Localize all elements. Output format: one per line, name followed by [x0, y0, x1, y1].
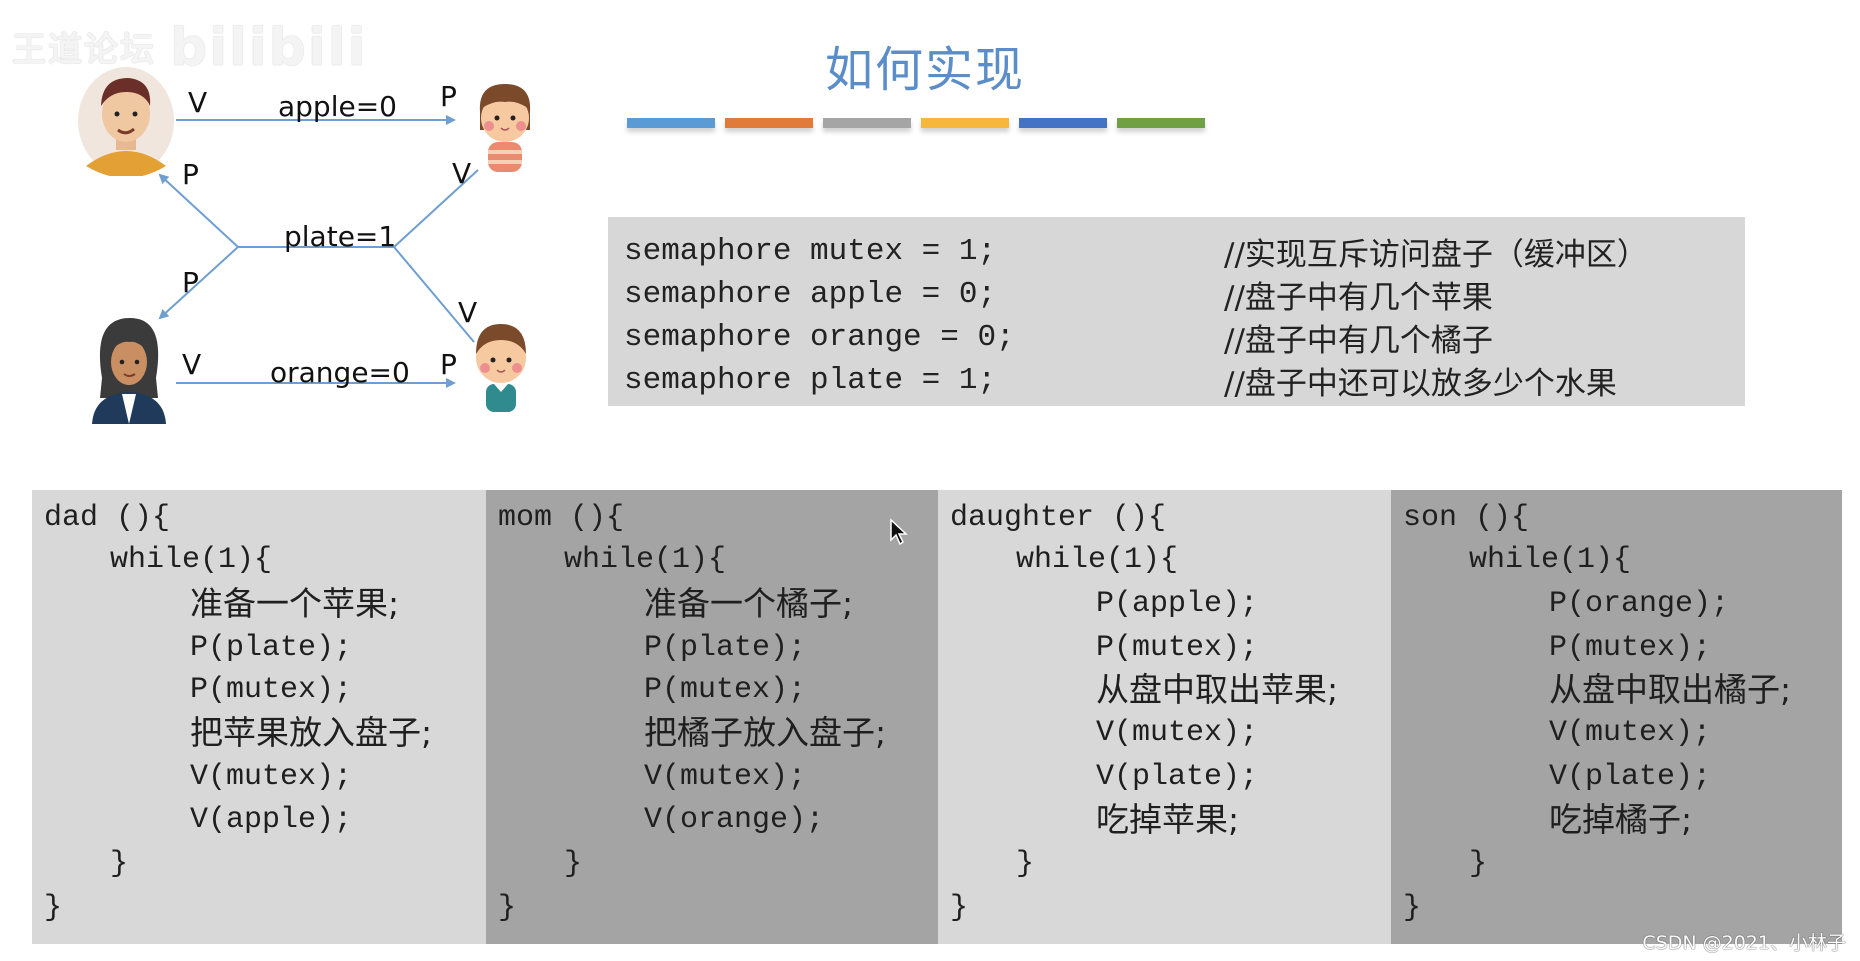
code-line: P(plate); — [644, 631, 807, 665]
dad-plate-p-label: P — [182, 158, 199, 191]
daughter-apple-p-label: P — [440, 80, 457, 113]
dad-apple-v-label: V — [188, 86, 208, 119]
code-line: P(mutex); — [1549, 631, 1712, 665]
code-line: while(1){ — [1469, 543, 1632, 577]
code-line: 准备一个苹果; — [190, 584, 400, 623]
daughter-plate-v-label: V — [452, 157, 472, 190]
decorative-color-bars — [627, 118, 1205, 128]
color-bar — [1117, 118, 1205, 128]
closing-brace: } — [110, 847, 129, 881]
code-line: P(mutex); — [644, 673, 807, 707]
boy-avatar-icon — [476, 324, 526, 412]
code-line: V(mutex); — [1096, 716, 1259, 750]
semaphore-code: semaphore apple = 0; — [624, 276, 997, 312]
code-line: V(apple); — [190, 803, 353, 837]
closing-brace: } — [1403, 891, 1422, 925]
function-header: mom (){ — [498, 501, 625, 535]
semaphore-comment: //盘子中还可以放多少个水果 — [1224, 365, 1617, 402]
mom-orange-v-label: V — [182, 348, 202, 381]
closing-brace: } — [950, 891, 969, 925]
code-line: 吃掉苹果; — [1096, 800, 1240, 839]
code-line: P(mutex); — [1096, 631, 1259, 665]
closing-brace: } — [1016, 847, 1035, 881]
semaphore-comment: //盘子中有几个苹果 — [1224, 279, 1493, 316]
code-line: V(mutex); — [644, 760, 807, 794]
semaphore-comment: //实现互斥访问盘子（缓冲区） — [1224, 236, 1648, 273]
function-header: dad (){ — [44, 501, 171, 535]
semaphore-row: semaphore orange = 0; //盘子中有几个橘子 — [624, 315, 1493, 359]
orange-semaphore-label: orange=0 — [270, 356, 410, 389]
closing-brace: } — [498, 891, 517, 925]
closing-brace: } — [564, 847, 583, 881]
code-line: 准备一个橘子; — [644, 584, 854, 623]
girl-avatar-icon — [479, 84, 531, 172]
color-bar — [725, 118, 813, 128]
plate-to-mom-arrow — [158, 246, 239, 320]
semaphore-row: semaphore plate = 1; //盘子中还可以放多少个水果 — [624, 358, 1617, 402]
code-line: while(1){ — [564, 543, 727, 577]
code-line: while(1){ — [1016, 543, 1179, 577]
semaphore-comment: //盘子中有几个橘子 — [1224, 322, 1493, 359]
process-code-panels: dad (){ while(1){ 准备一个苹果; P(plate); P(mutex)… — [32, 490, 1842, 944]
csdn-watermark: CSDN @2021、小林子 — [1642, 932, 1846, 954]
color-bar — [627, 118, 715, 128]
apple-semaphore-label: apple=0 — [278, 90, 397, 123]
code-line: 从盘中取出苹果; — [1096, 670, 1339, 709]
son-plate-v-label: V — [458, 296, 478, 329]
color-bar — [921, 118, 1009, 128]
plate-semaphore-label: plate=1 — [284, 220, 397, 253]
mom-code-panel: mom (){ while(1){ 准备一个橘子; P(plate); P(mutex)… — [486, 490, 938, 944]
semaphore-code: semaphore orange = 0; — [624, 319, 1015, 355]
code-line: V(plate); — [1096, 760, 1259, 794]
code-line: V(mutex); — [1549, 716, 1712, 750]
mouse-cursor-icon — [890, 518, 908, 546]
semaphore-row: semaphore apple = 0; //盘子中有几个苹果 — [624, 272, 1493, 316]
code-line: V(mutex); — [190, 760, 353, 794]
function-header: daughter (){ — [950, 501, 1167, 535]
code-line: V(plate); — [1549, 760, 1712, 794]
son-code-panel: son (){ while(1){ P(orange); P(mutex); 从盘中取出… — [1391, 490, 1842, 944]
dad-code-panel: dad (){ while(1){ 准备一个苹果; P(plate); P(mutex)… — [32, 490, 486, 944]
semaphore-diagram: V apple=0 P P V plate=1 P V V orange=0 P — [0, 0, 560, 440]
semaphore-code: semaphore mutex = 1; — [624, 233, 997, 269]
semaphore-declarations: semaphore mutex = 1; //实现互斥访问盘子（缓冲区） sem… — [608, 217, 1745, 406]
code-line: P(plate); — [190, 631, 353, 665]
code-line: 吃掉橘子; — [1549, 800, 1693, 839]
slide-title: 如何实现 — [824, 42, 1025, 98]
plate-to-dad-arrow — [158, 173, 239, 248]
semaphore-row: semaphore mutex = 1; //实现互斥访问盘子（缓冲区） — [624, 229, 1648, 273]
code-line: 从盘中取出橘子; — [1549, 670, 1792, 709]
man-avatar-icon — [78, 67, 174, 176]
closing-brace: } — [1469, 847, 1488, 881]
code-line: while(1){ — [110, 543, 273, 577]
closing-brace: } — [44, 891, 63, 925]
daughter-code-panel: daughter (){ while(1){ P(apple); P(mutex); 从… — [938, 490, 1391, 944]
code-line: 把苹果放入盘子; — [190, 713, 433, 752]
mom-plate-p-label: P — [182, 266, 199, 299]
semaphore-code: semaphore plate = 1; — [624, 362, 997, 398]
color-bar — [823, 118, 911, 128]
color-bar — [1019, 118, 1107, 128]
code-line: 把橘子放入盘子; — [644, 713, 887, 752]
function-header: son (){ — [1403, 501, 1530, 535]
code-line: P(orange); — [1549, 587, 1730, 621]
code-line: P(apple); — [1096, 587, 1259, 621]
woman-avatar-icon — [92, 318, 166, 424]
code-line: V(orange); — [644, 803, 825, 837]
son-orange-p-label: P — [440, 348, 457, 381]
code-line: P(mutex); — [190, 673, 353, 707]
